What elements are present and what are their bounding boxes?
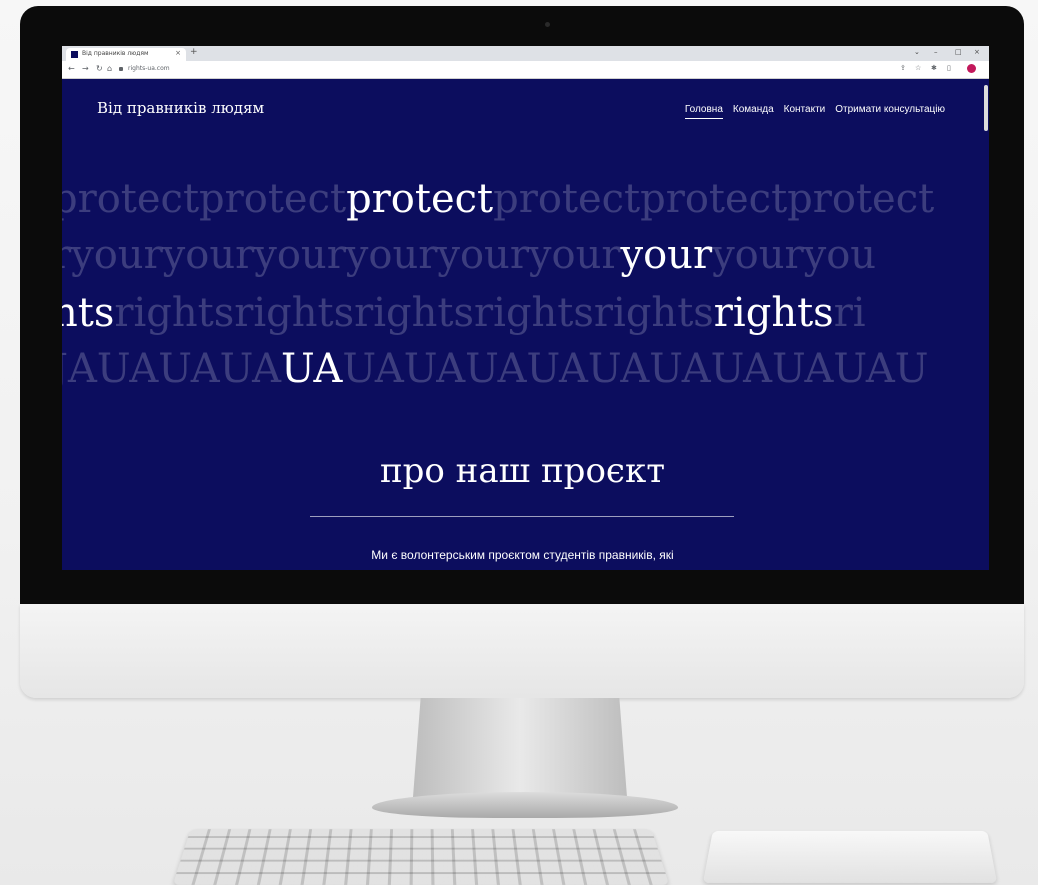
hero-row-text: ryouryouryouryouryouryour (62, 232, 621, 278)
extensions-icon[interactable]: ✱ (931, 64, 937, 72)
nav-item-home[interactable]: Головна (684, 104, 723, 119)
hero-row-text: protectprotect (62, 176, 347, 222)
hero-highlight-word: protect (346, 176, 494, 222)
monitor-chin (20, 604, 1024, 698)
minimize-icon[interactable]: – (934, 48, 938, 56)
monitor-foot (372, 792, 678, 818)
hero-row-ua: JAUAUAUAUAUAUAUAUAUAUAUAUAUAU (62, 345, 983, 393)
about-divider (310, 516, 734, 517)
back-icon[interactable]: ← (68, 64, 75, 73)
lock-icon[interactable] (119, 67, 123, 71)
tab-title: Від правників людям (82, 50, 149, 57)
share-icon[interactable]: ⇪ (900, 64, 906, 72)
close-window-icon[interactable]: × (974, 48, 980, 56)
site-brand[interactable]: Від правників людям (97, 99, 264, 117)
nav-item-consultation[interactable]: Отримати консультацію (835, 104, 945, 119)
forward-icon[interactable]: → (82, 64, 89, 73)
hero-row-text: JAUAUAUA (62, 346, 282, 392)
new-tab-icon[interactable]: + (190, 47, 198, 57)
hero-row-protect: protectprotectprotectprotectprotectprote… (62, 175, 983, 223)
hero-row-text: protectprotectprotect (493, 176, 935, 222)
monitor-screen: Від правників людям × + ⌄ – □ × ← → ↻ ⌂ … (62, 46, 989, 570)
tab-search-icon[interactable]: ⌄ (914, 48, 920, 56)
hero-row-text: UAUAUAUAUAUAUAUAUAU (342, 346, 929, 392)
close-tab-icon[interactable]: × (175, 49, 181, 57)
browser-tab[interactable]: Від правників людям × (66, 48, 186, 61)
about-title: про наш проєкт (379, 451, 666, 491)
trackpad (702, 830, 998, 883)
page-scrollbar[interactable] (983, 79, 989, 570)
maximize-icon[interactable]: □ (955, 48, 962, 56)
hero-row-text: ri (833, 290, 866, 336)
hero-row-your: ryouryouryouryouryouryouryouryouryou (62, 231, 983, 279)
bookmark-star-icon[interactable]: ☆ (915, 64, 921, 72)
browser-tab-bar: Від правників людям × + ⌄ – □ × (62, 46, 989, 61)
nav-item-team[interactable]: Команда (733, 104, 774, 119)
url-field[interactable]: rights-ua.com (128, 65, 170, 72)
hero-row-text: youryou (712, 232, 877, 278)
browser-address-bar: ← → ↻ ⌂ rights-ua.com ⇪ ☆ ✱ ▯ (62, 61, 989, 79)
hero-highlight-word: rights (713, 290, 834, 336)
hero-highlight-word: your (620, 232, 713, 278)
site-nav: Головна Команда Контакти Отримати консул… (684, 104, 945, 119)
side-panel-icon[interactable]: ▯ (947, 64, 951, 72)
reload-icon[interactable]: ↻ (96, 64, 103, 73)
camera-dot (545, 22, 550, 27)
about-text: Ми є волонтерським проєктом студентів пр… (371, 548, 674, 562)
nav-item-contacts[interactable]: Контакти (784, 104, 826, 119)
hero-row-rights: ntsrightsrightsrightsrightsrightsrightsr… (62, 289, 983, 337)
home-icon[interactable]: ⌂ (107, 64, 112, 73)
hero-highlight-word: nts (62, 290, 115, 336)
scroll-thumb[interactable] (984, 85, 988, 131)
hero-row-text: rightsrightsrightsrightsrights (114, 290, 714, 336)
profile-avatar-icon[interactable] (967, 64, 976, 73)
website-page: Від правників людям Головна Команда Конт… (62, 79, 983, 570)
favicon-icon (71, 51, 78, 58)
keyboard (172, 829, 670, 885)
hero-highlight-word: UA (281, 346, 343, 392)
